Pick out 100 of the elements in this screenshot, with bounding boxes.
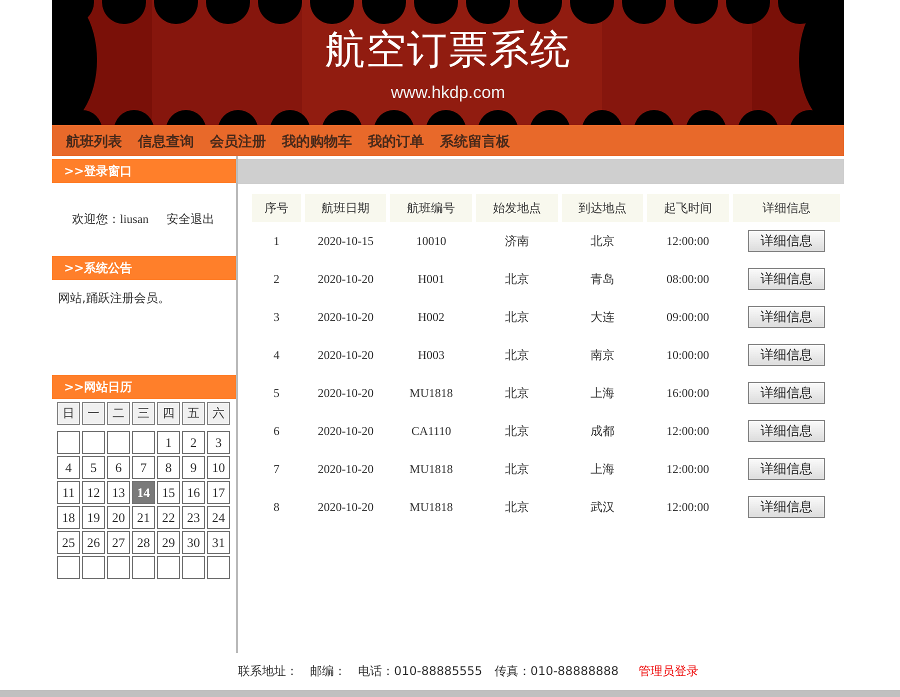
weekday-cell: 四 — [157, 402, 180, 425]
address-label: 联系地址： — [238, 663, 298, 680]
day-cell[interactable]: 11 — [57, 481, 80, 504]
day-cell[interactable]: 10 — [207, 456, 230, 479]
day-cell[interactable]: 9 — [182, 456, 205, 479]
table-cell: H001 — [418, 272, 445, 286]
day-cell[interactable]: 24 — [207, 506, 230, 529]
day-cell[interactable]: 28 — [132, 531, 155, 554]
day-cell[interactable]: 27 — [107, 531, 130, 554]
day-cell[interactable]: 12 — [82, 481, 105, 504]
panel-header: >>系统公告 — [52, 256, 236, 280]
day-cell[interactable]: 7 — [132, 456, 155, 479]
day-cell[interactable]: 5 — [82, 456, 105, 479]
empty-day-cell — [157, 556, 180, 579]
day-cell[interactable]: 21 — [132, 506, 155, 529]
day-cell[interactable]: 26 — [82, 531, 105, 554]
nav-link[interactable]: 我的订单 — [368, 133, 424, 156]
empty-day-cell — [107, 431, 130, 454]
table-cell: 8 — [273, 500, 280, 514]
details-button[interactable]: 详细信息 — [748, 306, 825, 328]
table-cell: 08:00:00 — [666, 272, 710, 286]
weekday-cell: 五 — [182, 402, 205, 425]
table-cell: 2020-10-15 — [318, 234, 374, 248]
table-cell: 7 — [273, 462, 280, 476]
column-header: 航班编号 — [390, 194, 472, 222]
day-cell[interactable]: 25 — [57, 531, 80, 554]
day-cell[interactable]: 14 — [132, 481, 155, 504]
weekday-cell: 六 — [207, 402, 230, 425]
details-button[interactable]: 详细信息 — [748, 496, 825, 518]
day-cell[interactable]: 17 — [207, 481, 230, 504]
table-cell: 09:00:00 — [666, 310, 710, 324]
weekday-cell: 一 — [82, 402, 105, 425]
admin-login-link[interactable]: 管理员登录 — [638, 663, 699, 680]
details-button[interactable]: 详细信息 — [748, 230, 825, 252]
day-cell[interactable]: 29 — [157, 531, 180, 554]
details-button[interactable]: 详细信息 — [748, 420, 825, 442]
table-cell: 16:00:00 — [666, 386, 710, 400]
table-cell: 北京 — [504, 424, 529, 438]
details-button[interactable]: 详细信息 — [748, 458, 825, 480]
table-cell: 2020-10-20 — [318, 462, 374, 476]
table-cell: 北京 — [504, 500, 529, 514]
table-cell: H003 — [418, 348, 445, 362]
table-cell: 成都 — [590, 424, 614, 438]
table-cell: 武汉 — [590, 500, 614, 514]
table-cell: 北京 — [504, 386, 529, 400]
day-cell[interactable]: 18 — [57, 506, 80, 529]
day-cell[interactable]: 30 — [182, 531, 205, 554]
day-cell[interactable]: 31 — [207, 531, 230, 554]
table-cell: 4 — [273, 348, 280, 362]
details-button[interactable]: 详细信息 — [748, 344, 825, 366]
day-cell[interactable]: 8 — [157, 456, 180, 479]
phone-text: 电话：010-88885555 — [358, 663, 482, 680]
table-cell: MU1818 — [410, 386, 453, 400]
day-cell[interactable]: 19 — [82, 506, 105, 529]
empty-day-cell — [207, 556, 230, 579]
empty-day-cell — [82, 431, 105, 454]
table-cell: 12:00:00 — [666, 500, 710, 514]
nav-link[interactable]: 会员注册 — [210, 133, 266, 156]
empty-day-cell — [107, 556, 130, 579]
table-cell: 上海 — [590, 462, 614, 476]
nav-link[interactable]: 系统留言板 — [440, 133, 510, 156]
day-cell[interactable]: 1 — [157, 431, 180, 454]
table-cell: 12:00:00 — [666, 234, 710, 248]
day-cell[interactable]: 22 — [157, 506, 180, 529]
table-cell: 北京 — [590, 234, 614, 248]
table-cell: 北京 — [504, 462, 529, 476]
table-cell: 12:00:00 — [666, 424, 710, 438]
column-header: 详细信息 — [732, 194, 840, 222]
empty-day-cell — [82, 556, 105, 579]
table-cell: 2020-10-20 — [318, 386, 374, 400]
day-cell[interactable]: 6 — [107, 456, 130, 479]
day-cell[interactable]: 13 — [107, 481, 130, 504]
table-cell: 北京 — [504, 272, 529, 286]
table-cell: 1 — [273, 234, 280, 248]
logout-link[interactable]: 安全退出 — [166, 211, 215, 228]
day-cell[interactable]: 16 — [182, 481, 205, 504]
details-button[interactable]: 详细信息 — [748, 382, 825, 404]
details-button[interactable]: 详细信息 — [748, 268, 825, 290]
table-cell: 10:00:00 — [666, 348, 710, 362]
table-cell: 10010 — [416, 234, 446, 248]
table-cell: 青岛 — [590, 272, 614, 286]
nav-link[interactable]: 我的购物车 — [282, 133, 352, 156]
table-cell: CA1110 — [411, 424, 452, 438]
day-cell[interactable]: 2 — [182, 431, 205, 454]
day-cell[interactable]: 3 — [207, 431, 230, 454]
table-cell: 上海 — [590, 386, 614, 400]
day-cell[interactable]: 4 — [57, 456, 80, 479]
panel-header: >>登录窗口 — [52, 159, 236, 183]
weekday-cell: 二 — [107, 402, 130, 425]
nav-link[interactable]: 航班列表 — [66, 133, 122, 156]
day-cell[interactable]: 15 — [157, 481, 180, 504]
nav-link[interactable]: 信息查询 — [138, 133, 194, 156]
column-header: 序号 — [252, 194, 301, 222]
table-cell: 北京 — [504, 310, 529, 324]
username: liusan — [120, 212, 149, 226]
day-cell[interactable]: 20 — [107, 506, 130, 529]
table-cell: 6 — [273, 424, 280, 438]
table-cell: MU1818 — [410, 462, 453, 476]
day-cell[interactable]: 23 — [182, 506, 205, 529]
empty-day-cell — [132, 556, 155, 579]
